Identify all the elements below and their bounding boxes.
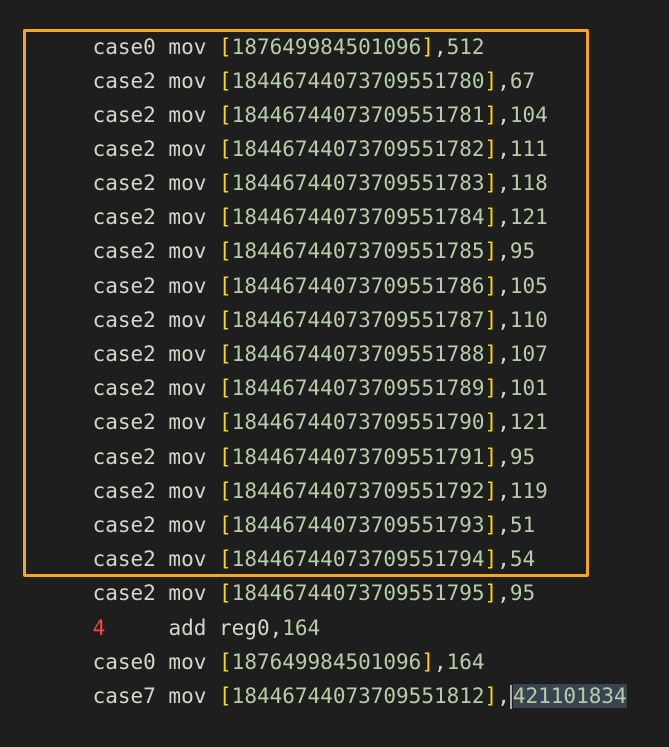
code-line[interactable]: case2 mov [18446744073709551790],121: [0, 371, 669, 434]
selected-text[interactable]: 421101834: [512, 684, 627, 708]
code-line[interactable]: case0 mov [187649984501096],164: [0, 611, 669, 674]
code-line[interactable]: case2 mov [18446744073709551782],111: [0, 98, 669, 161]
code-line-active[interactable]: case7 mov [18446744073709551812], 4211018…: [0, 645, 669, 709]
code-line[interactable]: case2 mov [18446744073709551784],121: [0, 166, 669, 229]
code-line[interactable]: case2 mov [18446744073709551794],54: [0, 508, 669, 571]
code-line[interactable]: case2 mov [18446744073709551781],104: [0, 64, 669, 127]
comma: ,: [497, 684, 510, 708]
code-line[interactable]: case2 mov [18446744073709551792],119: [0, 440, 669, 503]
line-instruction: case7 mov: [92, 684, 220, 708]
code-line[interactable]: case2 mov [18446744073709551786],105: [0, 235, 669, 298]
text-cursor: [509, 685, 512, 709]
code-line[interactable]: case2 mov [18446744073709551787],110: [0, 269, 669, 332]
code-line[interactable]: case0 mov [187649984501096],512: [0, 0, 669, 59]
code-line[interactable]: case2 mov [18446744073709551789],101: [0, 337, 669, 400]
code-line-add[interactable]: 4 add reg0,164: [0, 577, 669, 640]
code-editor[interactable]: case0 mov [187649984501096],512 case2 mo…: [0, 0, 669, 709]
open-bracket: [: [219, 684, 232, 708]
code-line[interactable]: case2 mov [18446744073709551780],67: [0, 30, 669, 93]
code-line[interactable]: case2 mov [18446744073709551793],51: [0, 474, 669, 537]
code-line[interactable]: case2 mov [18446744073709551785],95: [0, 200, 669, 263]
code-line[interactable]: case2 mov [18446744073709551788],107: [0, 303, 669, 366]
code-line[interactable]: case2 mov [18446744073709551795],95: [0, 542, 669, 605]
code-line[interactable]: case2 mov [18446744073709551791],95: [0, 406, 669, 469]
address-value: 18446744073709551812: [231, 684, 485, 708]
close-bracket: ]: [484, 684, 498, 708]
code-line[interactable]: case2 mov [18446744073709551783],118: [0, 132, 669, 195]
